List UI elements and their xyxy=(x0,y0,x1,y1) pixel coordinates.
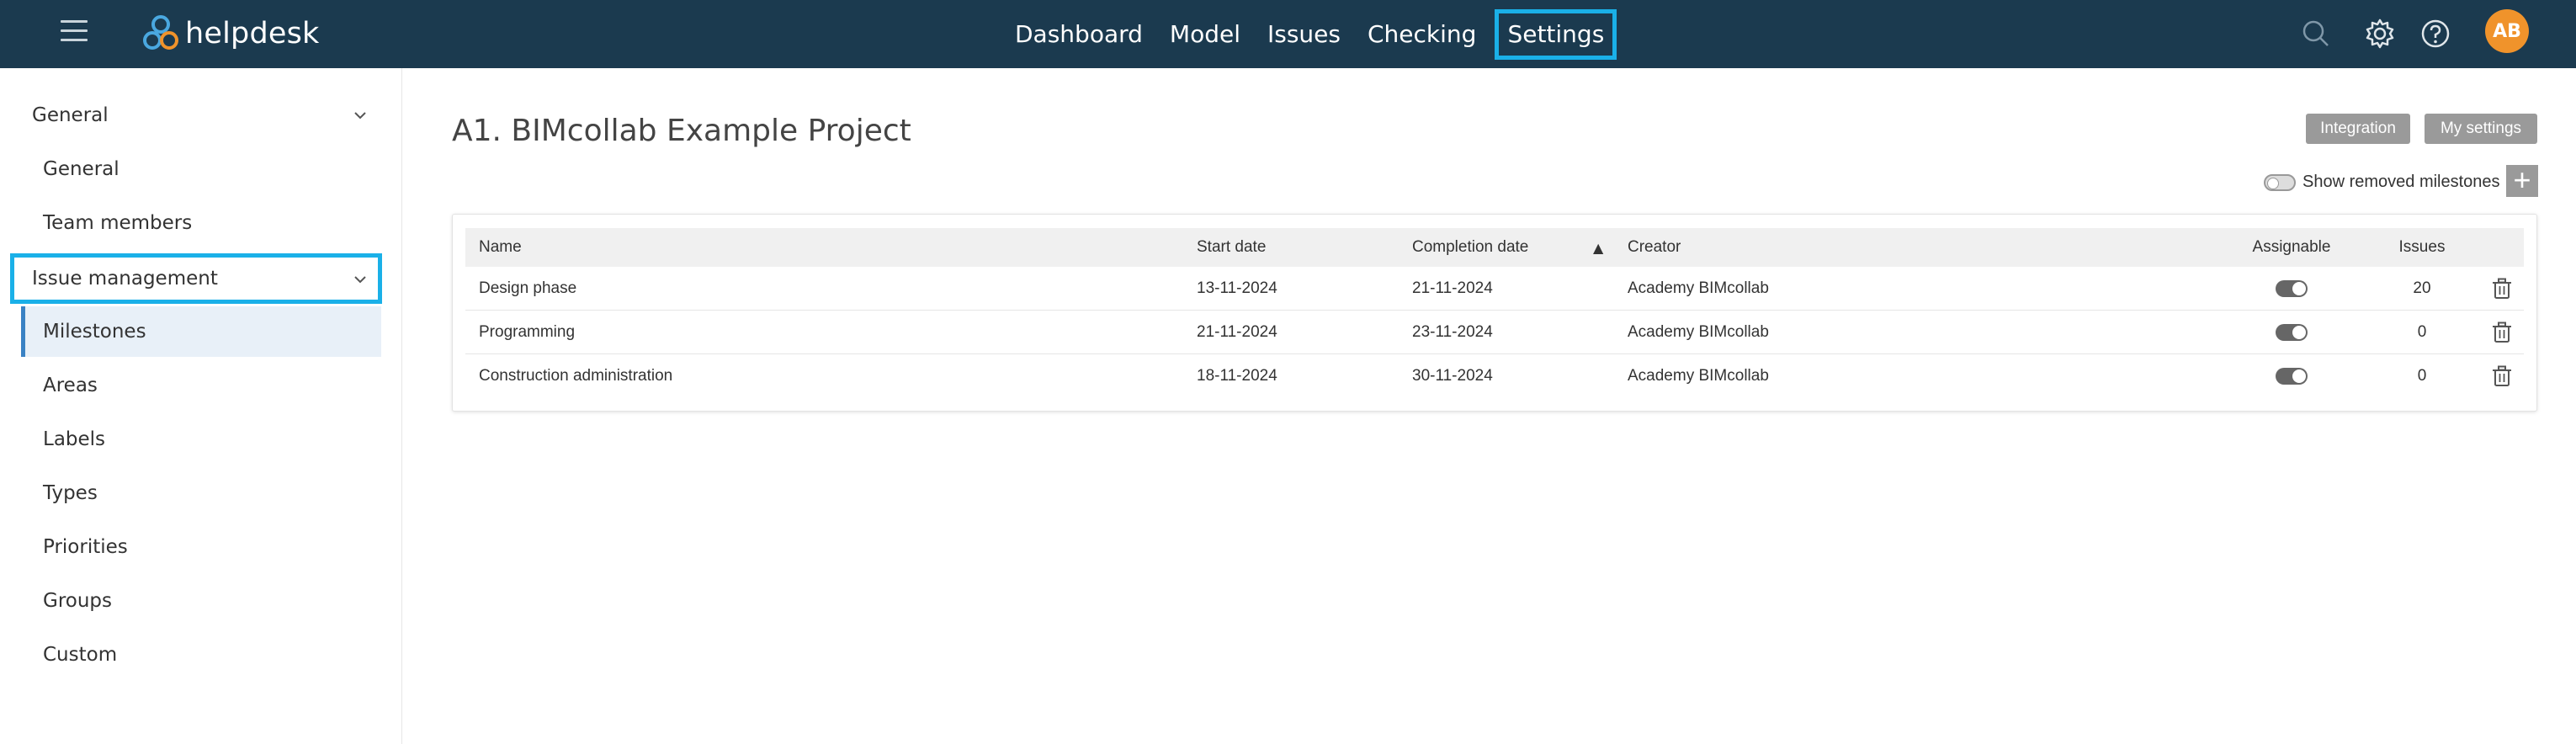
sidebar-item-priorities[interactable]: Priorities xyxy=(21,522,381,572)
cell-creator: Academy BIMcollab xyxy=(1628,279,1769,297)
sidebar-item-areas[interactable]: Areas xyxy=(21,360,381,411)
brand-name: helpdesk xyxy=(185,17,320,50)
cell-assignable xyxy=(2241,267,2342,311)
column-start-date[interactable]: Start date xyxy=(1197,228,1266,267)
logo[interactable]: helpdesk xyxy=(141,10,320,57)
cell-start-date: 13-11-2024 xyxy=(1197,279,1277,297)
top-bar: helpdesk Dashboard Model Issues Checking… xyxy=(0,0,2576,68)
milestones-table: Name Start date Completion date ▲ Creato… xyxy=(452,214,2537,412)
gear-icon[interactable] xyxy=(2361,15,2398,52)
nav-checking[interactable]: Checking xyxy=(1354,9,1490,60)
help-icon[interactable] xyxy=(2417,15,2454,52)
sidebar-item-custom[interactable]: Custom xyxy=(21,630,381,680)
cell-delete xyxy=(2485,311,2519,354)
cell-issues: 0 xyxy=(2417,367,2427,385)
sidebar-group-issue-management[interactable]: Issue management xyxy=(10,253,382,304)
assignable-toggle[interactable] xyxy=(2276,280,2308,297)
cell-completion-date: 30-11-2024 xyxy=(1412,367,1493,385)
nav-settings[interactable]: Settings xyxy=(1495,8,1617,60)
cell-creator: Academy BIMcollab xyxy=(1628,367,1769,385)
cell-assignable xyxy=(2241,311,2342,354)
cell-assignable xyxy=(2241,354,2342,398)
chevron-down-icon xyxy=(354,276,366,284)
cell-name: Construction administration xyxy=(479,367,673,385)
assignable-toggle[interactable] xyxy=(2276,368,2308,385)
show-removed-label: Show removed milestones xyxy=(2302,173,2500,191)
sidebar-item-general[interactable]: General xyxy=(21,144,381,194)
sidebar-item-milestones[interactable]: Milestones xyxy=(21,306,381,357)
cell-creator: Academy BIMcollab xyxy=(1628,323,1769,341)
column-issues[interactable]: Issues xyxy=(2388,228,2456,267)
main-nav: Dashboard Model Issues Checking Settings xyxy=(1001,0,1617,68)
add-milestone-button[interactable]: + xyxy=(2506,165,2538,197)
cell-completion-date: 23-11-2024 xyxy=(1412,323,1493,341)
column-creator[interactable]: Creator xyxy=(1628,228,1681,267)
sidebar: General General Team members Issue manag… xyxy=(0,68,402,744)
sidebar-item-team-members[interactable]: Team members xyxy=(21,198,381,248)
sidebar-group-label: Issue management xyxy=(32,268,218,290)
sidebar-group-general[interactable]: General xyxy=(10,90,382,141)
my-settings-button[interactable]: My settings xyxy=(2425,114,2537,144)
sidebar-item-types[interactable]: Types xyxy=(21,468,381,518)
cell-issues: 20 xyxy=(2413,279,2431,297)
column-name[interactable]: Name xyxy=(479,228,522,267)
trash-icon[interactable] xyxy=(2492,322,2512,343)
nav-issues[interactable]: Issues xyxy=(1254,9,1354,60)
sidebar-group-label: General xyxy=(32,104,109,126)
sort-ascending-icon: ▲ xyxy=(1593,240,1604,256)
trash-icon[interactable] xyxy=(2492,278,2512,300)
table-header: Name Start date Completion date ▲ Creato… xyxy=(465,228,2524,267)
search-icon[interactable] xyxy=(2297,15,2334,52)
nav-model[interactable]: Model xyxy=(1156,9,1254,60)
table-row[interactable]: Construction administration 18-11-2024 3… xyxy=(465,354,2524,398)
column-completion-date[interactable]: Completion date xyxy=(1412,228,1528,267)
avatar[interactable]: AB xyxy=(2485,9,2529,53)
helpdesk-logo-icon xyxy=(143,15,178,50)
cell-start-date: 18-11-2024 xyxy=(1197,367,1277,385)
menu-icon[interactable] xyxy=(61,20,88,42)
cell-delete xyxy=(2485,267,2519,311)
nav-dashboard[interactable]: Dashboard xyxy=(1001,9,1156,60)
trash-icon[interactable] xyxy=(2492,365,2512,387)
integration-button[interactable]: Integration xyxy=(2306,114,2410,144)
sidebar-item-labels[interactable]: Labels xyxy=(21,414,381,465)
page-title: A1. BIMcollab Example Project xyxy=(452,114,911,148)
table-row[interactable]: Design phase 13-11-2024 21-11-2024 Acade… xyxy=(465,267,2524,311)
assignable-toggle[interactable] xyxy=(2276,324,2308,341)
cell-start-date: 21-11-2024 xyxy=(1197,323,1277,341)
cell-completion-date: 21-11-2024 xyxy=(1412,279,1493,297)
cell-name: Programming xyxy=(479,323,576,341)
show-removed-toggle[interactable] xyxy=(2264,173,2296,191)
chevron-down-icon xyxy=(354,112,366,120)
cell-name: Design phase xyxy=(479,279,577,297)
table-row[interactable]: Programming 21-11-2024 23-11-2024 Academ… xyxy=(465,311,2524,354)
cell-delete xyxy=(2485,354,2519,398)
cell-issues: 0 xyxy=(2417,323,2427,341)
sidebar-item-groups[interactable]: Groups xyxy=(21,576,381,626)
column-assignable[interactable]: Assignable xyxy=(2241,228,2342,267)
show-removed-milestones-row: Show removed milestones xyxy=(2264,173,2500,192)
